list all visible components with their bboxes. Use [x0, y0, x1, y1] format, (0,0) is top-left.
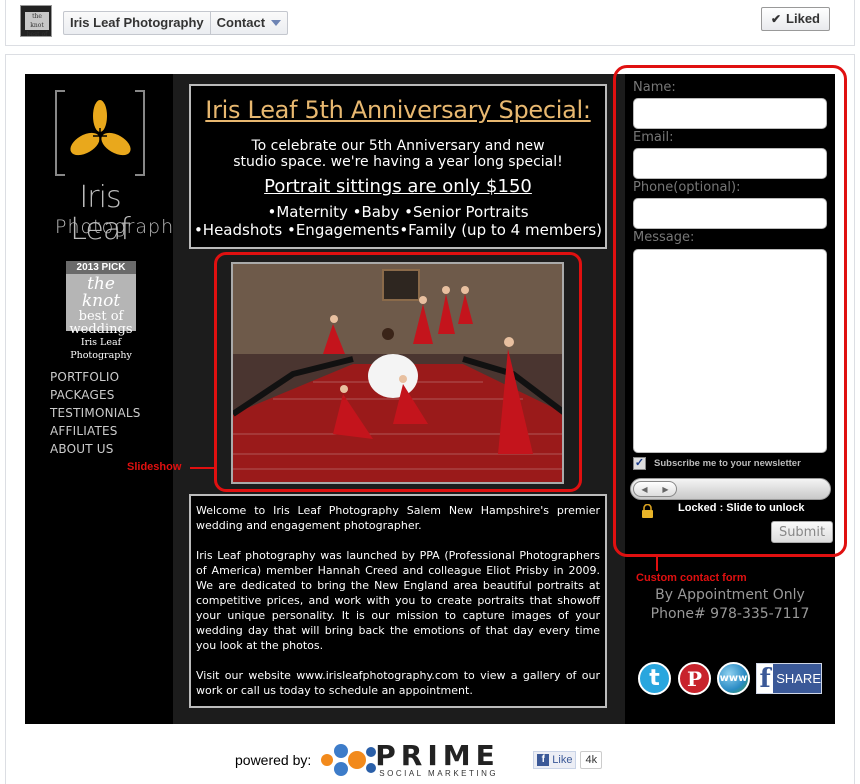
promo-line1: To celebrate our 5th Anniversary and new	[251, 138, 545, 154]
anniversary-promo: Iris Leaf 5th Anniversary Special: To ce…	[189, 84, 607, 249]
knot-badge-caption: Iris Leaf Photography	[55, 336, 147, 362]
twitter-icon[interactable]: t	[638, 662, 671, 695]
promo-title: Iris Leaf 5th Anniversary Special:	[205, 96, 591, 124]
promo-services: •Maternity •Baby •Senior Portraits •Head…	[191, 203, 605, 239]
nav-item-about-us[interactable]: ABOUT US	[50, 440, 141, 458]
page-root: the knot best of Iris Leaf Photography Co…	[0, 0, 860, 784]
like-count: 4k	[580, 751, 603, 769]
knot-badge-year: 2013 PICK	[66, 261, 136, 274]
slideshow-highlight	[214, 252, 582, 492]
knot-badge-line1: the knot	[81, 274, 121, 311]
leaf-icon	[70, 100, 131, 156]
promo-services-line2: •Headshots •Engagements•Family (up to 4 …	[193, 221, 603, 239]
facebook-icon: f	[757, 664, 774, 694]
liked-button[interactable]: ✔ Liked	[760, 7, 830, 31]
share-label: SHARE	[776, 671, 821, 686]
logo-subtitle: Photography	[55, 216, 187, 238]
contact-form-annotation-line	[656, 557, 658, 571]
facebook-f-icon: f	[537, 754, 550, 766]
facebook-like-widget: f Like 4k	[533, 751, 603, 769]
sidebar-nav: PORTFOLIO PACKAGES TESTIMONIALS AFFILIAT…	[50, 368, 141, 458]
breadcrumb-tab-dropdown[interactable]: Contact	[209, 12, 287, 34]
pinterest-icon[interactable]: P	[678, 662, 711, 695]
welcome-paragraph-3: Visit our website www.irisleafphotograph…	[196, 669, 600, 697]
breadcrumb-page-name[interactable]: Iris Leaf Photography	[64, 12, 210, 34]
liked-label: Liked	[786, 11, 820, 26]
promo-services-line1: •Maternity •Baby •Senior Portraits	[267, 203, 529, 221]
facebook-like-button[interactable]: f Like	[533, 751, 577, 769]
facebook-page-header: the knot best of Iris Leaf Photography Co…	[5, 0, 855, 46]
chevron-down-icon	[271, 20, 282, 26]
contact-form-highlight	[613, 65, 847, 557]
check-icon: ✔	[770, 12, 782, 26]
nav-item-testimonials[interactable]: TESTIMONIALS	[50, 404, 141, 422]
page-thumbnail[interactable]: the knot best of	[20, 5, 52, 38]
prime-subtitle: SOCIAL MARKETING	[379, 769, 499, 778]
welcome-paragraph-2: Iris Leaf photography was launched by PP…	[196, 549, 600, 652]
left-sidebar: Iris Leaf Photography 2013 PICK the knot…	[25, 74, 187, 724]
welcome-paragraph-1: Welcome to Iris Leaf Photography Salem N…	[196, 504, 600, 532]
facebook-share-button[interactable]: f SHARE	[756, 663, 822, 694]
contact-form-annotation: Custom contact form	[636, 572, 747, 584]
slideshow-annotation-line	[190, 467, 214, 469]
website-glyph: www	[719, 673, 748, 684]
prime-wordmark: PRIME	[375, 739, 500, 772]
nav-item-portfolio[interactable]: PORTFOLIO	[50, 368, 141, 386]
promo-price: Portrait sittings are only $150	[264, 176, 532, 197]
promo-intro: To celebrate our 5th Anniversary and new…	[191, 138, 605, 170]
breadcrumb-tab-label: Contact	[216, 15, 266, 30]
appointment-text: By Appointment Only	[655, 587, 805, 603]
breadcrumb: Iris Leaf Photography Contact	[63, 11, 289, 35]
slideshow-annotation: Slideshow	[127, 461, 182, 473]
the-knot-badge[interactable]: 2013 PICK the knot best of weddings	[66, 261, 136, 336]
knot-caption-line2: Photography	[70, 350, 132, 361]
iris-leaf-logo[interactable]: Iris Leaf Photography	[55, 90, 187, 250]
appointment-info: By Appointment Only Phone# 978-335-7117	[625, 586, 835, 624]
welcome-text: Welcome to Iris Leaf Photography Salem N…	[189, 494, 607, 708]
powered-by-label: powered by:	[235, 752, 312, 768]
like-label: Like	[552, 754, 573, 766]
thumbnail-knot-badge: the knot best of	[25, 12, 49, 38]
knot-badge-line3: weddings	[69, 322, 133, 337]
prime-dots-icon	[321, 744, 377, 776]
promo-line2: studio space. we're having a year long s…	[233, 154, 563, 170]
prime-social-marketing-logo[interactable]: PRIME SOCIAL MARKETING	[317, 742, 521, 778]
knot-caption-line1: Iris Leaf	[80, 337, 122, 348]
website-icon[interactable]: www	[717, 662, 750, 695]
nav-item-affiliates[interactable]: AFFILIATES	[50, 422, 141, 440]
nav-item-packages[interactable]: PACKAGES	[50, 386, 141, 404]
phone-number: Phone# 978-335-7117	[650, 606, 810, 622]
powered-by-footer: powered by: PRIME SOCIAL MARKETING f Lik…	[235, 742, 603, 778]
twitter-glyph: t	[649, 666, 660, 691]
pinterest-glyph: P	[686, 666, 703, 691]
